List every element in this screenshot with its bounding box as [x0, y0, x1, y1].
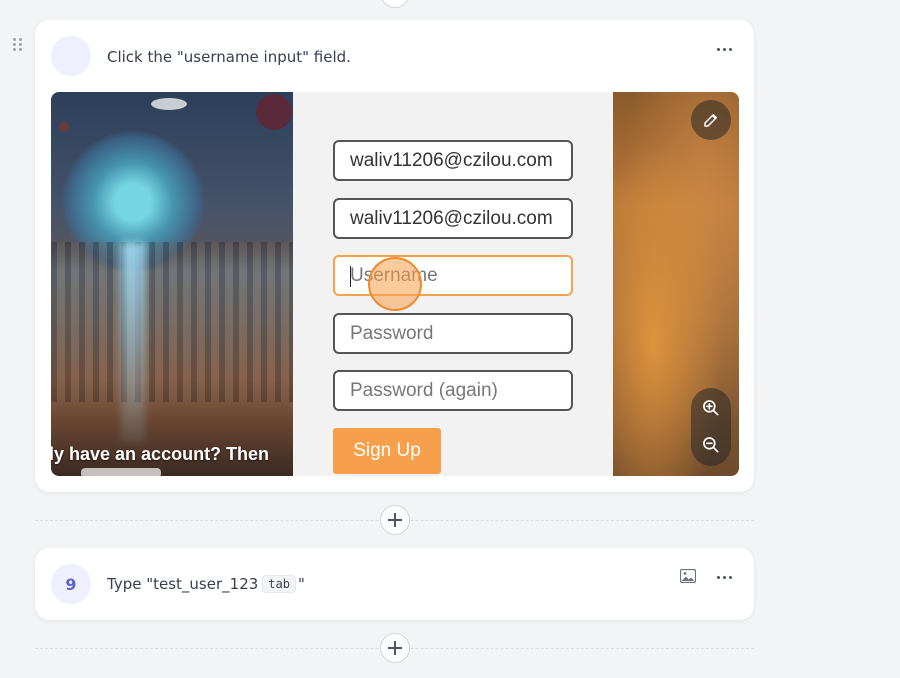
- step-instruction[interactable]: Click the "username input" field.: [107, 48, 351, 66]
- image-icon[interactable]: [680, 569, 696, 583]
- step-number-badge: 9: [51, 564, 91, 604]
- plus-icon: [388, 513, 402, 527]
- password-input[interactable]: Password: [333, 313, 573, 354]
- instruction-text-end: ": [297, 575, 305, 593]
- more-options-icon[interactable]: [714, 570, 734, 584]
- email-confirm-field[interactable]: waliv11206@czilou.com: [333, 198, 573, 239]
- click-indicator: [368, 257, 422, 311]
- drag-handle-icon[interactable]: [13, 38, 23, 52]
- zoom-in-icon[interactable]: [701, 398, 721, 418]
- signup-button[interactable]: Sign Up: [333, 428, 441, 474]
- add-step-button[interactable]: [380, 505, 410, 535]
- zoom-out-icon[interactable]: [701, 435, 721, 455]
- instruction-text: Type "test_user_123: [107, 575, 259, 593]
- plus-icon: [388, 641, 402, 655]
- text-caret: [350, 266, 351, 287]
- edit-screenshot-button[interactable]: [691, 100, 731, 140]
- zoom-controls: [691, 388, 731, 466]
- email-field[interactable]: waliv11206@czilou.com: [333, 140, 573, 181]
- signin-prompt-text: ly have an account? Then: [51, 444, 270, 464]
- background-artwork: ly have an account? Then: [51, 92, 293, 476]
- step-instruction[interactable]: Type "test_user_123 tab ": [107, 575, 305, 593]
- step-number-badge: [51, 36, 91, 76]
- signup-form: waliv11206@czilou.com waliv11206@czilou.…: [293, 92, 613, 476]
- add-step-button-top[interactable]: [380, 0, 410, 8]
- step-screenshot: ly have an account? Then waliv11206@czil…: [51, 92, 739, 476]
- step-card: 9 Type "test_user_123 tab ": [35, 548, 754, 620]
- step-card: Click the "username input" field. ly hav…: [35, 20, 754, 492]
- password-confirm-input[interactable]: Password (again): [333, 370, 573, 411]
- add-step-button[interactable]: [380, 633, 410, 663]
- more-options-icon[interactable]: [714, 42, 734, 56]
- key-badge: tab: [262, 575, 296, 593]
- pencil-icon: [704, 114, 717, 127]
